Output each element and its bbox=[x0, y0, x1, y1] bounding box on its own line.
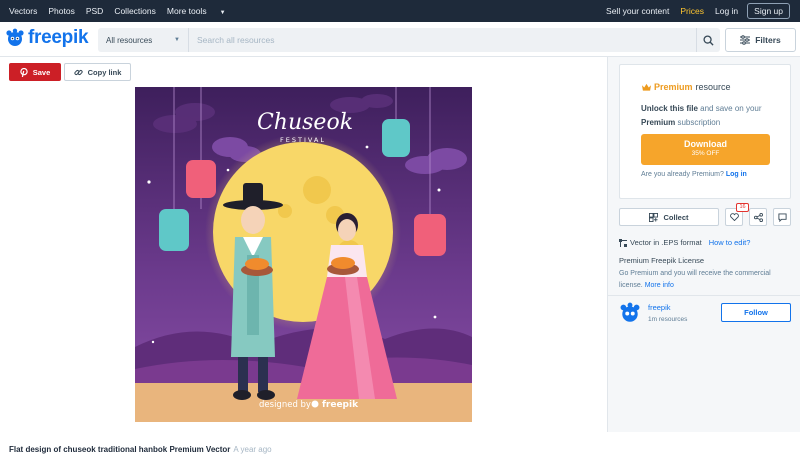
more-tools-label: More tools bbox=[166, 6, 207, 16]
pinterest-save-button[interactable]: Save bbox=[9, 63, 61, 81]
filters-label: Filters bbox=[755, 35, 781, 45]
nav-photos[interactable]: Photos bbox=[48, 6, 74, 16]
copy-link-button[interactable]: Copy link bbox=[64, 63, 131, 81]
share-icon bbox=[753, 212, 763, 222]
heart-icon bbox=[729, 213, 739, 221]
prices-link[interactable]: Prices bbox=[680, 6, 704, 16]
chevron-down-icon: ▼ bbox=[219, 10, 226, 16]
freepik-logo[interactable]: freepik bbox=[5, 27, 89, 49]
search-icon bbox=[703, 34, 714, 46]
save-label: Save bbox=[32, 67, 51, 77]
top-navigation-bar: Vectors Photos PSD Collections More tool… bbox=[0, 0, 800, 22]
resource-type-select[interactable]: All resources ▼ bbox=[98, 28, 189, 52]
search-bar: All resources ▼ bbox=[98, 28, 720, 52]
resource-title: Flat design of chuseok traditional hanbo… bbox=[9, 445, 272, 454]
file-format-text: Vector in .EPS format bbox=[630, 238, 702, 247]
unlock-rest: and save on your bbox=[700, 104, 762, 113]
premium-word: Premium bbox=[654, 82, 693, 92]
premium-download-card: Premium resource Unlock this file and sa… bbox=[619, 64, 791, 199]
already-premium-question: Are you already Premium? bbox=[641, 171, 724, 178]
vector-format-icon bbox=[619, 238, 627, 247]
signup-button[interactable]: Sign up bbox=[747, 3, 790, 19]
login-link[interactable]: Log in bbox=[715, 6, 738, 16]
license-title: Premium Freepik License bbox=[619, 256, 705, 265]
dropdown-arrow-icon: ▼ bbox=[174, 37, 180, 43]
follow-button[interactable]: Follow bbox=[721, 303, 791, 322]
license-text: Go Premium and you will receive the comm… bbox=[619, 270, 771, 289]
freepik-logo-icon bbox=[6, 28, 24, 46]
logo-text: freepik bbox=[28, 27, 89, 48]
likes-count-badge: 16 bbox=[736, 203, 749, 212]
follow-label: Follow bbox=[744, 308, 768, 317]
download-button[interactable]: Download 35% OFF bbox=[641, 134, 770, 165]
share-button[interactable] bbox=[749, 208, 767, 226]
artwork-title: Chuseok bbox=[257, 110, 353, 135]
preview-image[interactable]: Chuseok FESTIVAL designed by freepik bbox=[135, 87, 472, 422]
filters-button[interactable]: Filters bbox=[725, 28, 796, 52]
collection-icon bbox=[649, 212, 659, 222]
search-button[interactable] bbox=[696, 28, 720, 52]
discount-label: 35% OFF bbox=[691, 150, 720, 157]
section-divider bbox=[608, 295, 800, 296]
watermark-brand: freepik bbox=[322, 400, 359, 410]
artwork-subtitle: FESTIVAL bbox=[280, 136, 326, 144]
already-premium-text: Are you already Premium? Log in bbox=[641, 171, 747, 178]
pinterest-icon bbox=[20, 67, 28, 77]
premium-sub-rest: subscription bbox=[677, 118, 721, 127]
nav-psd[interactable]: PSD bbox=[86, 6, 103, 16]
collect-label: Collect bbox=[663, 212, 689, 222]
author-resource-count: 1m resources bbox=[648, 316, 688, 323]
resource-word: resource bbox=[695, 82, 731, 92]
sell-content-link[interactable]: Sell your content bbox=[606, 6, 669, 16]
resource-title-text: Flat design of chuseok traditional hanbo… bbox=[9, 445, 231, 454]
more-info-link[interactable]: More info bbox=[645, 282, 674, 289]
how-to-edit-link[interactable]: How to edit? bbox=[709, 238, 751, 247]
file-format-line: Vector in .EPS format How to edit? bbox=[619, 238, 750, 247]
search-header: freepik All resources ▼ Filters bbox=[0, 22, 800, 57]
premium-resource-heading: Premium resource bbox=[642, 82, 731, 92]
resource-age: A year ago bbox=[233, 445, 272, 454]
license-description: Go Premium and you will receive the comm… bbox=[619, 268, 791, 292]
comment-button[interactable] bbox=[773, 208, 791, 226]
nav-collections[interactable]: Collections bbox=[114, 6, 156, 16]
copy-link-label: Copy link bbox=[87, 67, 122, 77]
crown-icon bbox=[642, 83, 651, 91]
author-name[interactable]: freepik bbox=[648, 303, 671, 312]
premium-sub-bold: Premium bbox=[641, 118, 676, 127]
freepik-avatar-icon bbox=[620, 302, 640, 322]
collect-button[interactable]: Collect bbox=[619, 208, 719, 226]
premium-description: Unlock this file and save on your Premiu… bbox=[641, 102, 781, 130]
comment-icon bbox=[777, 212, 787, 222]
nav-vectors[interactable]: Vectors bbox=[9, 6, 37, 16]
resource-type-value: All resources bbox=[106, 35, 153, 45]
filters-icon bbox=[740, 35, 751, 45]
unlock-bold: Unlock this file bbox=[641, 104, 698, 113]
download-label: Download bbox=[684, 139, 727, 149]
nav-more-tools[interactable]: More tools ▼ bbox=[167, 6, 237, 16]
search-input[interactable] bbox=[189, 28, 696, 52]
watermark-logo-icon bbox=[311, 400, 319, 408]
watermark-designed-by: designed by bbox=[259, 400, 311, 410]
link-icon bbox=[74, 69, 83, 75]
author-avatar[interactable] bbox=[619, 302, 641, 324]
premium-login-link[interactable]: Log in bbox=[726, 171, 747, 178]
